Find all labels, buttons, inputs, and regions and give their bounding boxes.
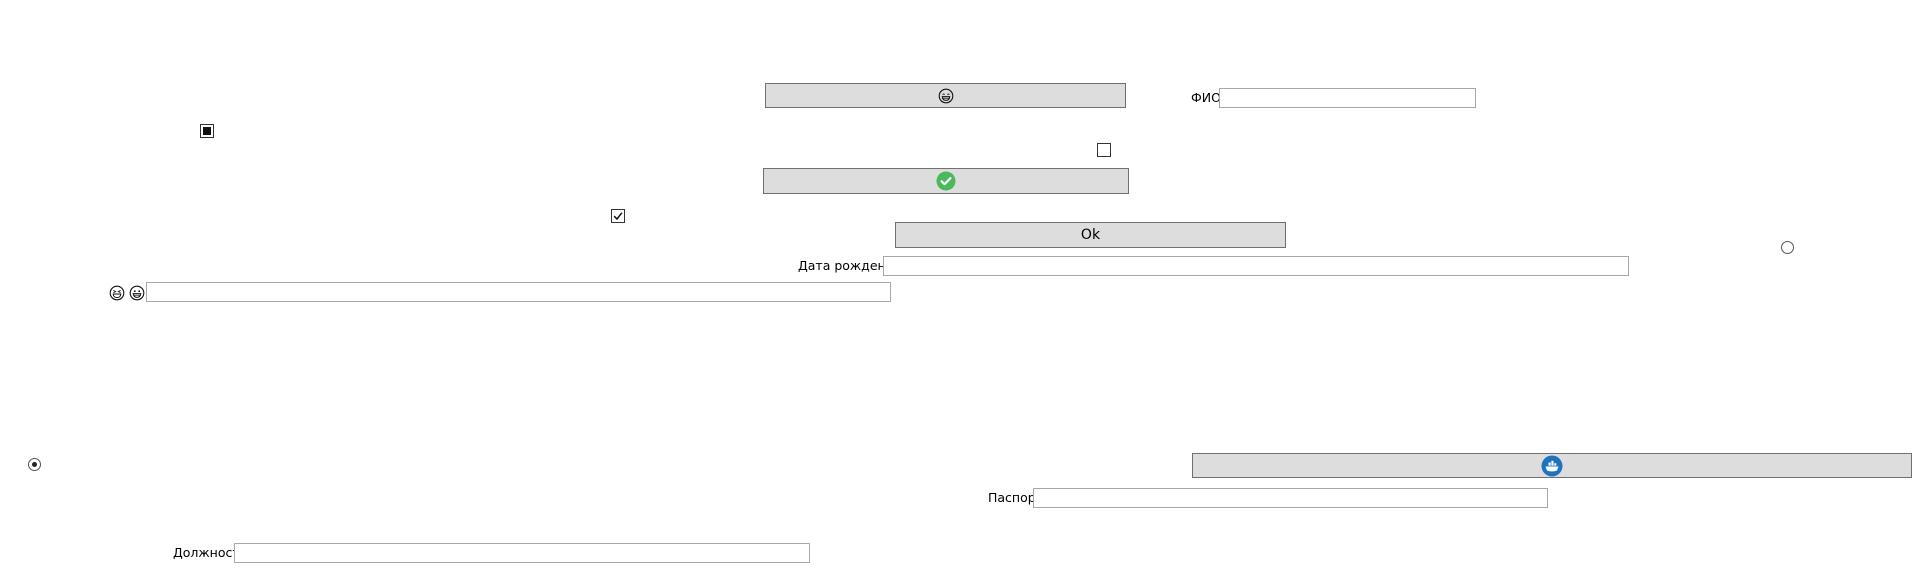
grinning-emoji-icon xyxy=(938,88,954,104)
ok-button[interactable]: Ok xyxy=(895,222,1286,248)
fio-label: ФИО xyxy=(1191,90,1221,105)
check-button[interactable] xyxy=(763,168,1129,194)
checkbox-checked[interactable] xyxy=(611,209,625,223)
laughing-emoji-icon xyxy=(109,285,125,301)
radio-selected[interactable] xyxy=(28,458,41,471)
emoji-button[interactable] xyxy=(765,83,1126,108)
birth-date-field[interactable] xyxy=(883,256,1629,276)
grinning-emoji-icon xyxy=(129,285,145,301)
position-field[interactable] xyxy=(234,543,810,563)
checkbox-indeterminate[interactable] xyxy=(200,124,214,138)
checkmark-icon xyxy=(613,211,623,221)
ok-button-label: Ok xyxy=(1080,227,1101,243)
green-checkmark-circle-icon xyxy=(936,171,956,191)
emoji-field[interactable] xyxy=(146,282,891,302)
fio-field[interactable] xyxy=(1219,88,1476,108)
passport-field[interactable] xyxy=(1033,488,1548,508)
checkbox-indeterminate-mark xyxy=(203,127,211,135)
ship-button[interactable] xyxy=(1192,453,1912,478)
blue-ship-circle-icon xyxy=(1541,455,1563,477)
radio-selected-dot xyxy=(32,462,37,467)
checkbox-unchecked[interactable] xyxy=(1097,143,1111,157)
radio-unselected[interactable] xyxy=(1781,241,1794,254)
